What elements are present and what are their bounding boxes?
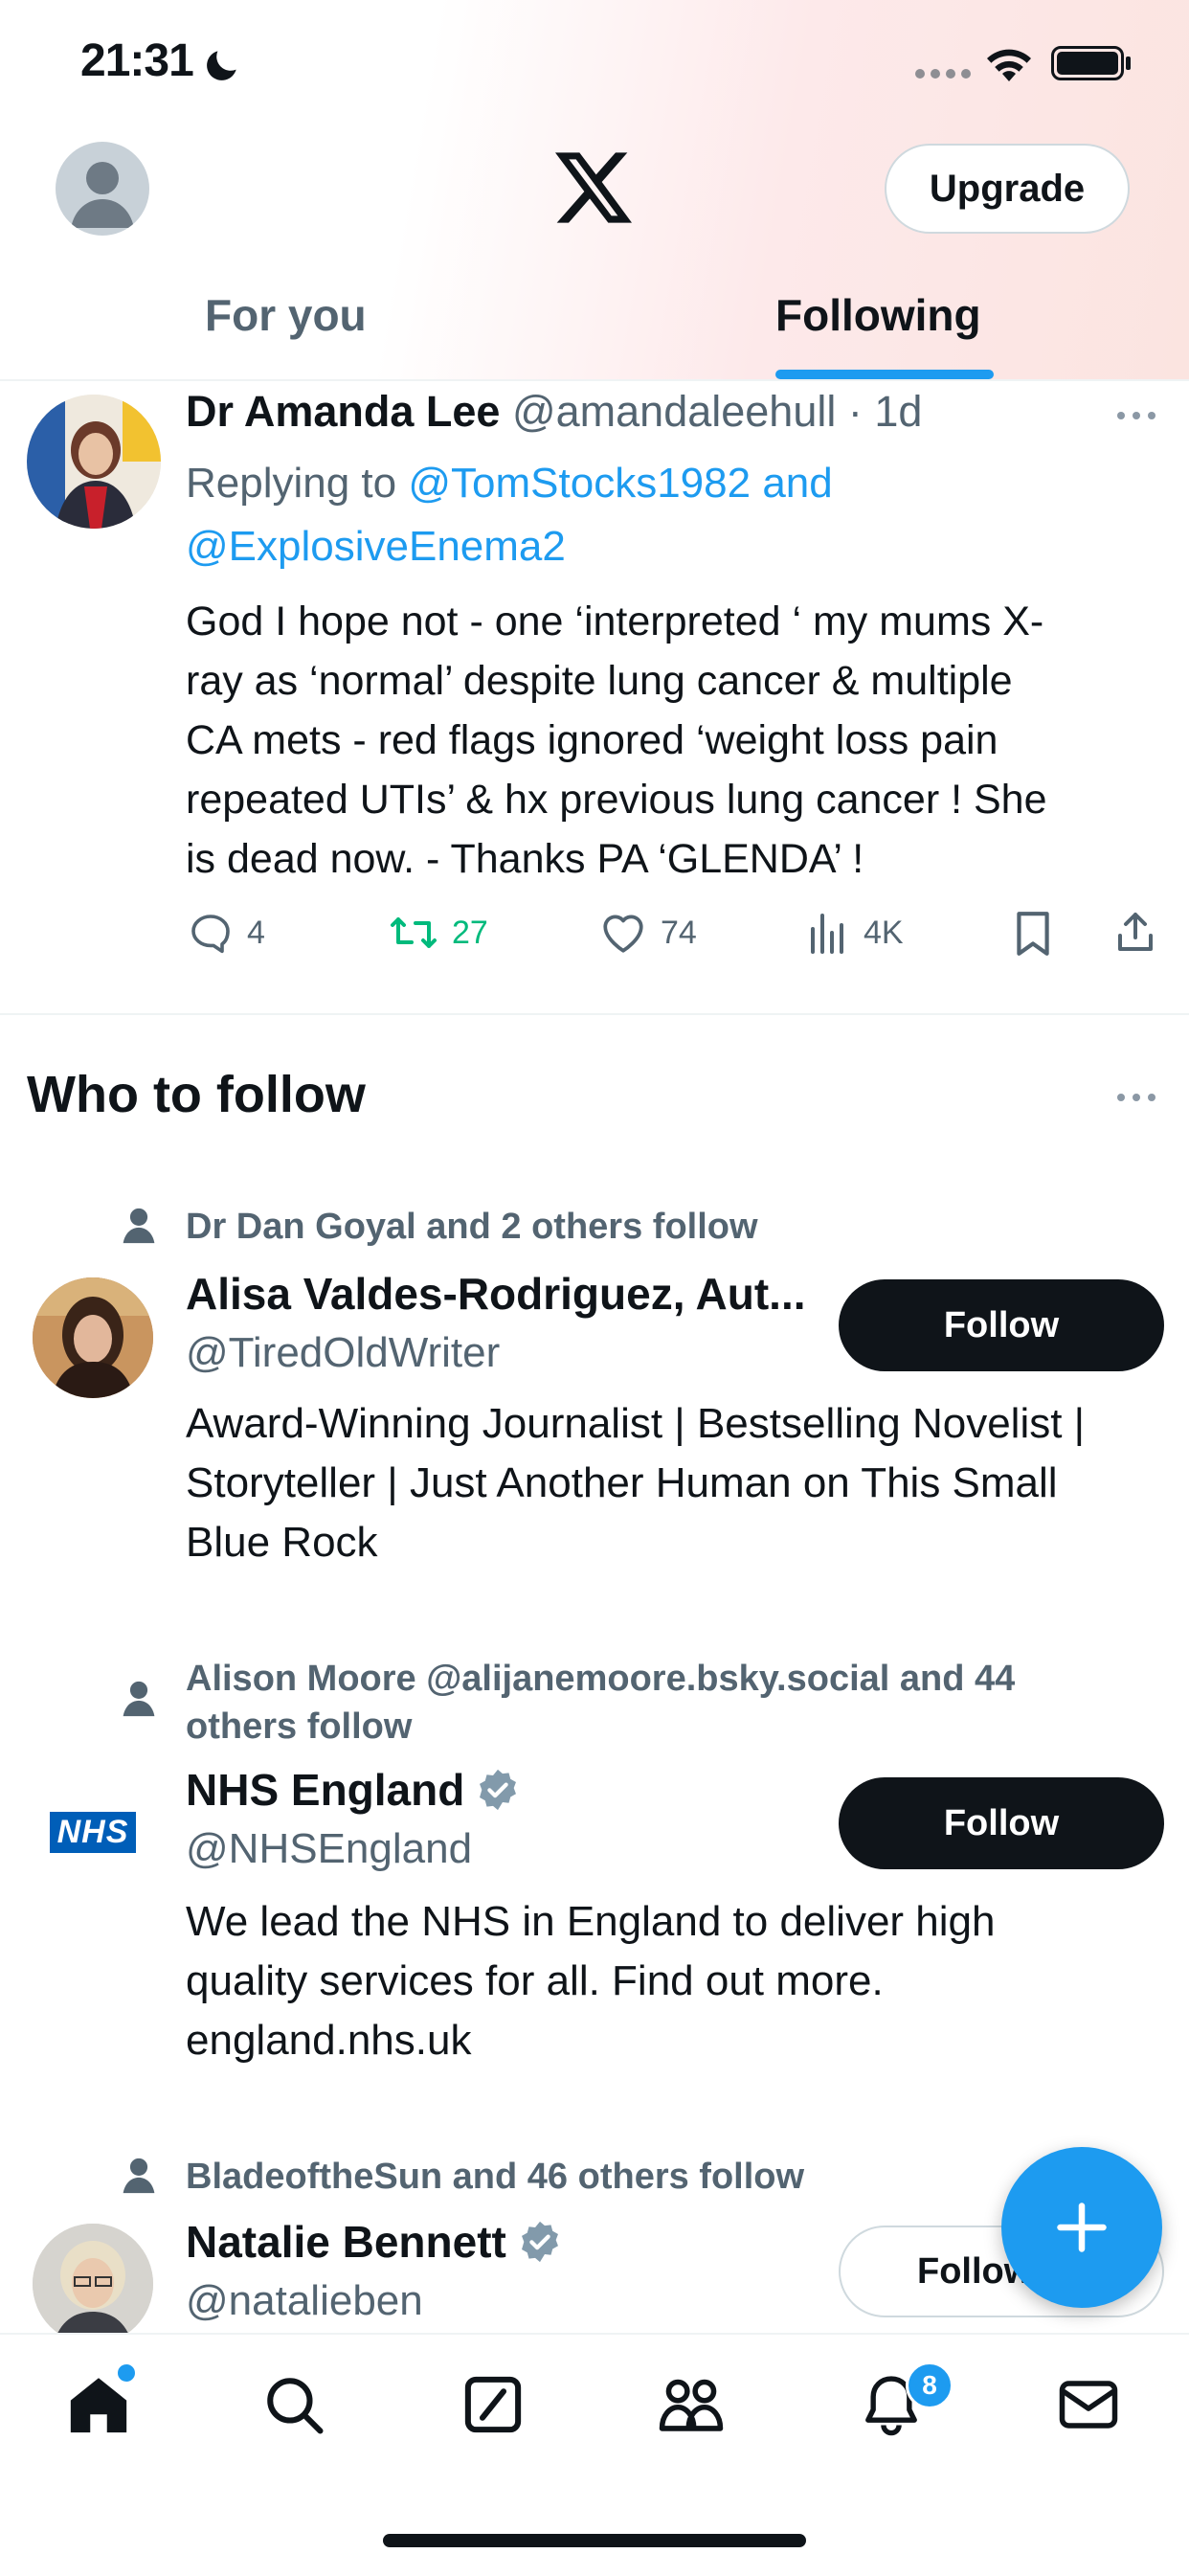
tweet-author-avatar[interactable] (27, 395, 161, 529)
replying-prefix: Replying to (186, 460, 397, 507)
retweet-icon (391, 917, 437, 948)
retweet-count: 27 (452, 914, 488, 951)
wifi-icon (987, 49, 1031, 81)
user-handle[interactable]: @TiredOldWriter (186, 1329, 500, 1377)
reply-button[interactable]: 4 (188, 910, 265, 956)
like-button[interactable]: 74 (599, 910, 697, 956)
user-handle[interactable]: @natalieben (186, 2277, 423, 2325)
tweet-text-line: repeated UTIs’ & hx previous lung cancer… (186, 777, 1047, 823)
reply-icon (191, 915, 230, 954)
communities-icon[interactable] (657, 2371, 726, 2438)
verified-badge-icon (521, 2221, 558, 2263)
tweet-time: 1d (874, 387, 923, 436)
bio-line: quality services for all. Find out more. (186, 1957, 884, 2004)
tweet-text-line: CA mets - red flags ignored ‘weight loss… (186, 717, 998, 763)
tweet-text-line: ray as ‘normal’ despite lung cancer & mu… (186, 658, 1013, 704)
tab-active-indicator (775, 370, 994, 379)
social-context-line: Alison Moore @alijanemoore.bsky.social a… (186, 1659, 1016, 1699)
who-to-follow-more-icon[interactable] (1114, 1088, 1158, 1107)
tweet-time-separator: · (847, 387, 863, 436)
bookmark-icon[interactable] (1013, 910, 1053, 958)
profile-avatar-button[interactable] (56, 142, 149, 236)
tweet-text: God I hope not - one ‘interpreted ‘ my m… (186, 592, 1162, 889)
battery-cap (1126, 56, 1131, 70)
user-avatar[interactable]: NHS (33, 1772, 153, 1892)
tweet-author-name[interactable]: Dr Amanda Lee (186, 387, 500, 436)
who-to-follow-title: Who to follow (27, 1066, 366, 1123)
bio-line: Award-Winning Journalist | Bestselling N… (186, 1400, 1086, 1447)
bio-line: We lead the NHS in England to deliver hi… (186, 1898, 996, 1945)
battery-icon (1051, 46, 1124, 80)
social-context: BladeoftheSun and 46 others follow (186, 2157, 805, 2197)
social-context: Alison Moore @alijanemoore.bsky.social a… (186, 1655, 1143, 1751)
notifications-badge: 8 (906, 2361, 953, 2409)
user-name-row: NHS England (186, 1764, 520, 1816)
search-icon[interactable] (262, 2373, 325, 2436)
user-bio: We lead the NHS in England to deliver hi… (186, 1892, 1172, 2070)
tab-following[interactable]: Following (775, 289, 981, 341)
replying-and: and (762, 460, 833, 507)
user-name[interactable]: Alisa Valdes-Rodriguez, Aut... (186, 1268, 837, 1320)
reply-count: 4 (247, 914, 265, 951)
share-icon[interactable] (1112, 908, 1158, 956)
replying-to-link-2[interactable]: @ExplosiveEnema2 (186, 523, 566, 570)
heart-icon (603, 915, 643, 953)
user-name-row: Natalie Bennett (186, 2216, 562, 2268)
views-chart-icon (811, 914, 843, 954)
tweet-more-icon[interactable] (1114, 406, 1158, 425)
user-name[interactable]: NHS England (186, 1764, 464, 1816)
social-context-line: others follow (186, 1706, 413, 1747)
tweet-author-handle[interactable]: @amandaleehull (512, 387, 836, 436)
tweet-divider (0, 1013, 1189, 1015)
upgrade-button[interactable]: Upgrade (885, 144, 1130, 234)
views-button[interactable]: 4K (806, 910, 904, 956)
user-avatar[interactable] (33, 2224, 153, 2344)
like-count: 74 (661, 914, 697, 951)
user-handle[interactable]: @NHSEngland (186, 1825, 472, 1873)
tweet-header: Dr Amanda Lee @amandaleehull · 1d (186, 387, 922, 437)
nhs-logo: NHS (49, 1811, 137, 1853)
verified-badge-icon (480, 1769, 517, 1811)
status-time: 21:31 (80, 35, 194, 86)
user-name[interactable]: Natalie Bennett (186, 2216, 506, 2268)
home-indicator (383, 2534, 806, 2547)
bio-line: Blue Rock (186, 1519, 378, 1566)
person-icon (123, 2158, 155, 2194)
compose-post-button[interactable] (1001, 2147, 1162, 2308)
user-bio: Award-Winning Journalist | Bestselling N… (186, 1394, 1172, 1572)
social-context: Dr Dan Goyal and 2 others follow (186, 1207, 758, 1247)
tweet-text-line: God I hope not - one ‘interpreted ‘ my m… (186, 599, 1044, 644)
default-avatar-icon (71, 162, 134, 228)
cellular-signal-icon (915, 69, 971, 79)
grok-icon[interactable] (461, 2373, 525, 2436)
follow-button[interactable]: Follow (839, 1777, 1164, 1869)
tabs-divider (0, 379, 1189, 381)
messages-envelope-icon[interactable] (1057, 2375, 1120, 2434)
bio-link[interactable]: england.nhs.uk (186, 2011, 1172, 2070)
bio-line: Storyteller | Just Another Human on This… (186, 1459, 1058, 1506)
replying-to-link-1[interactable]: @TomStocks1982 (408, 460, 751, 507)
user-avatar[interactable] (33, 1277, 153, 1398)
home-unread-dot (115, 2361, 138, 2384)
tweet-text-line: is dead now. - Thanks PA ‘GLENDA’ ! (186, 836, 864, 882)
replying-to: Replying to @TomStocks1982 and @Explosiv… (186, 452, 1105, 578)
moon-icon (207, 51, 236, 80)
person-icon (123, 1681, 155, 1717)
tab-for-you[interactable]: For you (205, 289, 367, 341)
x-logo-icon[interactable] (555, 151, 632, 224)
plus-icon (1057, 2203, 1107, 2252)
follow-button[interactable]: Follow (839, 1279, 1164, 1371)
retweet-button[interactable]: 27 (389, 910, 488, 956)
person-icon (123, 1208, 155, 1244)
views-count: 4K (864, 914, 904, 951)
